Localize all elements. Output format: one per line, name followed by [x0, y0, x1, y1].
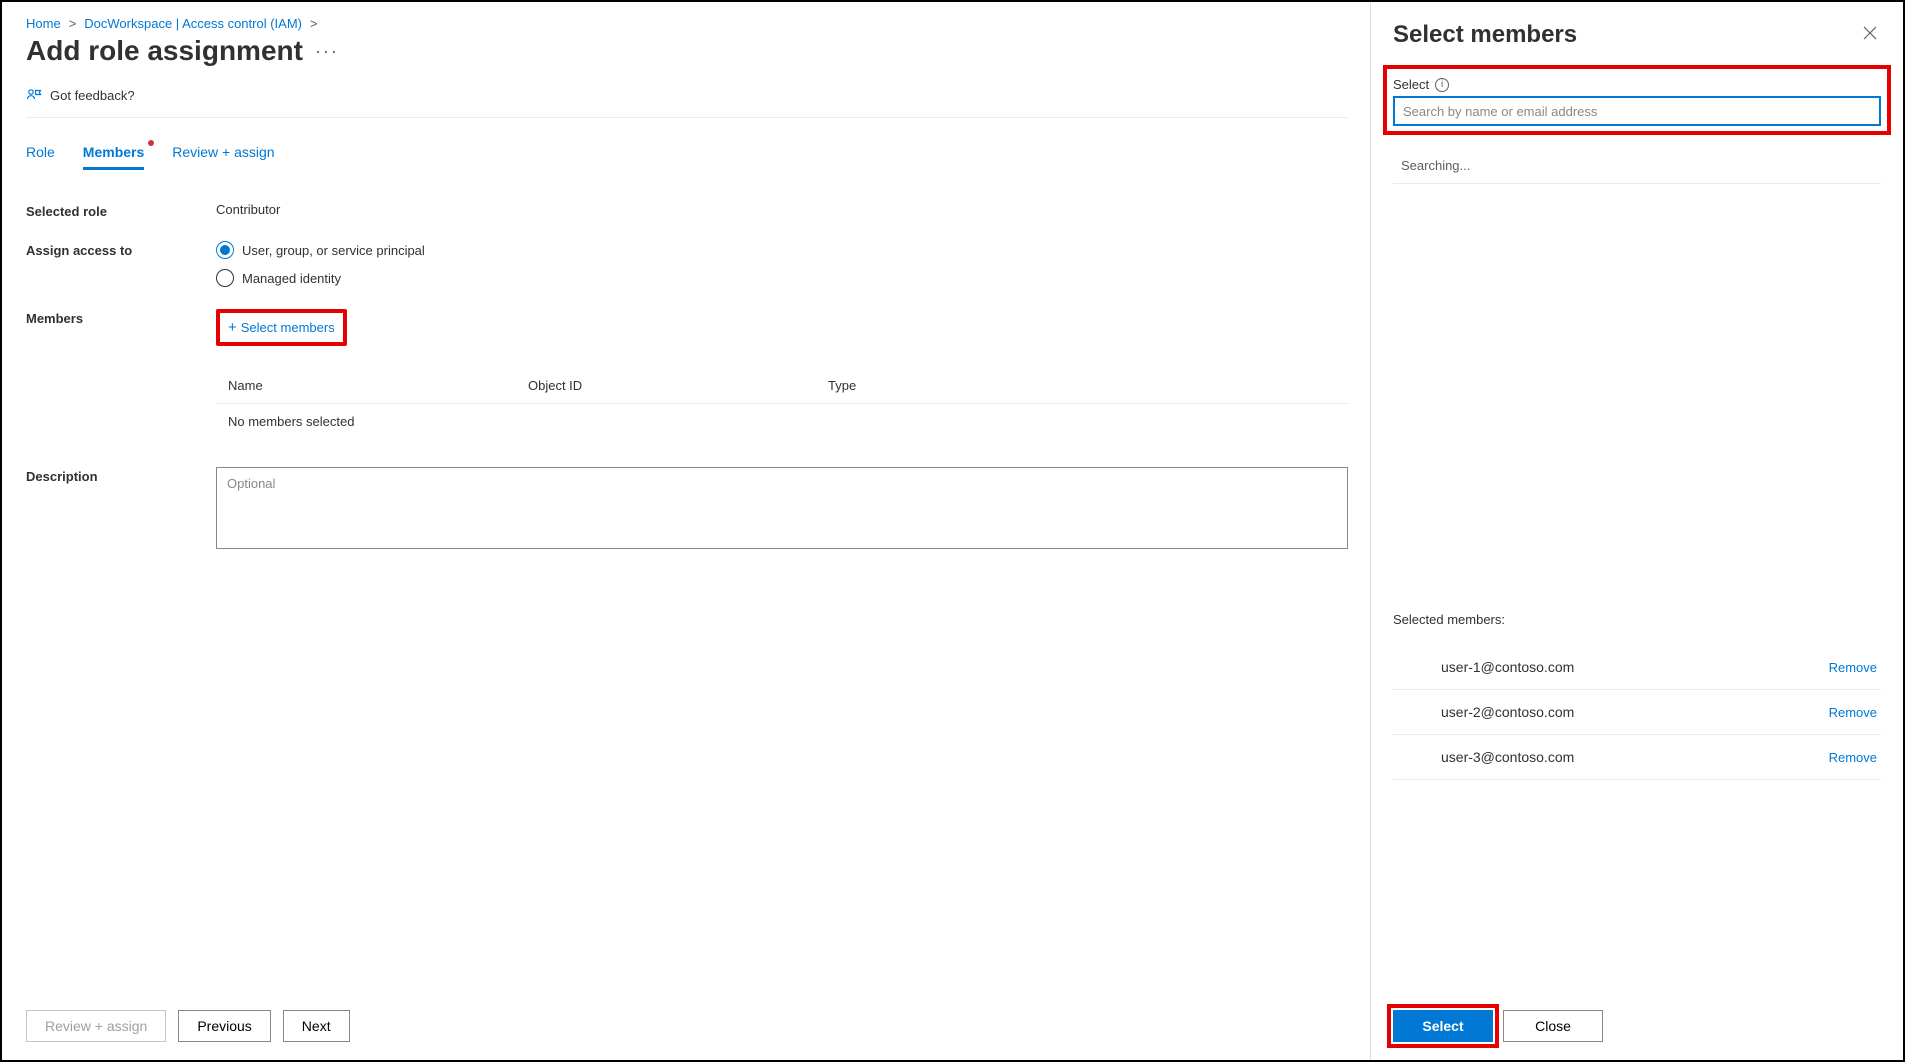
column-type: Type: [828, 378, 1336, 393]
page-title: Add role assignment: [26, 35, 303, 67]
close-icon[interactable]: [1859, 20, 1881, 49]
selected-member-email: user-3@contoso.com: [1441, 749, 1574, 765]
radio-user-label: User, group, or service principal: [242, 243, 425, 258]
breadcrumb-home[interactable]: Home: [26, 16, 61, 31]
feedback-label: Got feedback?: [50, 88, 135, 103]
radio-icon: [216, 241, 234, 259]
column-name: Name: [228, 378, 528, 393]
next-button[interactable]: Next: [283, 1010, 350, 1042]
plus-icon: +: [228, 319, 237, 336]
selected-member-row: user-1@contoso.com Remove: [1393, 645, 1881, 690]
description-input[interactable]: [216, 467, 1348, 549]
tab-review-assign[interactable]: Review + assign: [172, 136, 274, 168]
breadcrumb-workspace[interactable]: DocWorkspace | Access control (IAM): [84, 16, 302, 31]
previous-button[interactable]: Previous: [178, 1010, 270, 1042]
selected-member-row: user-2@contoso.com Remove: [1393, 690, 1881, 735]
panel-close-button[interactable]: Close: [1503, 1010, 1603, 1042]
selected-member-email: user-2@contoso.com: [1441, 704, 1574, 720]
info-icon[interactable]: i: [1435, 78, 1449, 92]
tabs: Role Members Review + assign: [26, 136, 1348, 168]
selected-role-label: Selected role: [26, 202, 216, 219]
feedback-link[interactable]: Got feedback?: [26, 77, 1348, 118]
select-members-panel: Select members Select i Searching... Sel…: [1370, 2, 1903, 1060]
radio-user-group-sp[interactable]: User, group, or service principal: [216, 241, 425, 259]
remove-member-button[interactable]: Remove: [1829, 660, 1877, 675]
more-actions-button[interactable]: ···: [315, 41, 339, 62]
selected-members-label: Selected members:: [1393, 612, 1881, 627]
feedback-icon: [26, 87, 42, 103]
member-search-input[interactable]: [1393, 96, 1881, 126]
remove-member-button[interactable]: Remove: [1829, 750, 1877, 765]
select-members-button[interactable]: + Select members: [216, 309, 347, 346]
selected-role-value: Contributor: [216, 202, 280, 217]
selected-members-list: user-1@contoso.com Remove user-2@contoso…: [1393, 645, 1881, 780]
members-label: Members: [26, 309, 216, 326]
tab-members-label: Members: [83, 144, 144, 160]
selected-member-email: user-1@contoso.com: [1441, 659, 1574, 675]
radio-managed-label: Managed identity: [242, 271, 341, 286]
members-table: Name Object ID Type No members selected: [216, 368, 1348, 439]
tab-members[interactable]: Members: [83, 136, 144, 168]
select-label: Select: [1393, 77, 1429, 92]
remove-member-button[interactable]: Remove: [1829, 705, 1877, 720]
chevron-right-icon: >: [69, 16, 77, 31]
column-object-id: Object ID: [528, 378, 828, 393]
select-members-label: Select members: [241, 320, 335, 335]
description-label: Description: [26, 467, 216, 484]
selected-member-row: user-3@contoso.com Remove: [1393, 735, 1881, 780]
chevron-right-icon: >: [310, 16, 318, 31]
tab-indicator-dot: [148, 140, 154, 146]
panel-title: Select members: [1393, 21, 1577, 49]
radio-icon: [216, 269, 234, 287]
review-assign-button[interactable]: Review + assign: [26, 1010, 166, 1042]
tab-role[interactable]: Role: [26, 136, 55, 168]
searching-status: Searching...: [1393, 148, 1881, 184]
assign-access-label: Assign access to: [26, 241, 216, 258]
members-empty-text: No members selected: [216, 404, 1348, 439]
radio-managed-identity[interactable]: Managed identity: [216, 269, 425, 287]
breadcrumb: Home > DocWorkspace | Access control (IA…: [26, 16, 1348, 31]
panel-select-button[interactable]: Select: [1393, 1010, 1493, 1042]
